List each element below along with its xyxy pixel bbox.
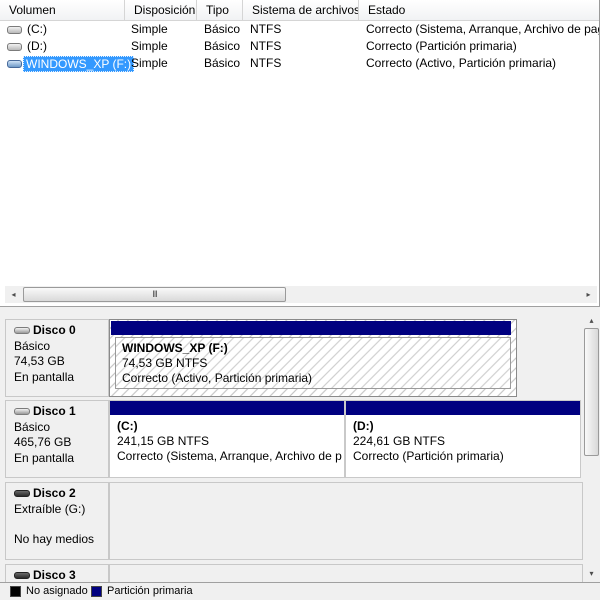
legend-label-unallocated: No asignado [26,585,88,597]
column-header-filesystem[interactable]: Sistema de archivos [243,0,359,21]
partition-details: (C:) 241,15 GB NTFS Correcto (Sistema, A… [110,415,344,477]
legend-label-primary: Partición primaria [107,585,193,597]
scroll-left-arrow-icon[interactable]: ◂ [5,286,22,303]
partition-title: (D:) [353,419,374,433]
scroll-right-arrow-icon[interactable]: ▸ [580,286,597,303]
volume-filesystem: NTFS [250,22,282,36]
disk-info-panel[interactable]: Disco 3 [5,564,109,582]
volume-name: WINDOWS_XP (F:) [23,55,135,72]
disk-kind: Extraíble (G:) [14,501,86,516]
disk-row-1[interactable]: Disco 1 Básico 465,76 GB En pantalla (C:… [5,400,583,478]
removable-disk-icon [14,572,30,579]
volume-status: Correcto (Activo, Partición primaria) [366,56,557,70]
disk-state: No hay medios [14,532,95,546]
horizontal-scrollbar[interactable]: ◂ III ▸ [5,286,597,303]
volume-layout: Simple [131,56,168,70]
volume-list[interactable]: Volumen Disposición Tipo Sistema de arch… [0,0,600,306]
disk-state: En pantalla [14,369,75,384]
disk-row-0[interactable]: Disco 0 Básico 74,53 GB En pantalla WIND… [5,319,583,397]
vertical-scroll-thumb[interactable] [584,328,599,456]
scroll-up-arrow-icon[interactable]: ▴ [583,312,600,329]
partition-title: (C:) [117,419,138,433]
column-header-type[interactable]: Tipo [197,0,243,21]
column-header-row: Volumen Disposición Tipo Sistema de arch… [0,0,599,21]
volume-filesystem: NTFS [250,39,282,53]
disk-size: 74,53 GB [14,354,65,368]
hard-disk-icon [14,408,30,415]
disk-kind: Básico [14,338,51,353]
column-header-volume[interactable]: Volumen [0,0,125,21]
disk-graphical-view: Disco 0 Básico 74,53 GB En pantalla WIND… [0,312,600,582]
horizontal-scroll-thumb[interactable]: III [23,287,286,302]
partition-details: WINDOWS_XP (F:) 74,53 GB NTFS Correcto (… [115,337,511,389]
primary-partition-bar [346,401,580,415]
partition-size-fs: 74,53 GB NTFS [122,356,208,370]
disk-3-area [109,564,583,582]
disk-row-2[interactable]: Disco 2 Extraíble (G:) No hay medios [5,482,583,560]
partition-size-fs: 224,61 GB NTFS [353,434,446,448]
volume-row-selected[interactable]: WINDOWS_XP (F:) Simple Básico NTFS Corre… [0,55,599,72]
disk-state: En pantalla [14,450,75,465]
disk-info-panel[interactable]: Disco 1 Básico 465,76 GB En pantalla [5,400,109,478]
volume-name: (C:) [27,22,47,36]
scroll-down-arrow-icon[interactable]: ▾ [583,565,600,582]
volume-filesystem: NTFS [250,56,282,70]
column-header-layout[interactable]: Disposición [125,0,197,21]
volume-layout: Simple [131,39,168,53]
hard-disk-icon [14,327,30,334]
volume-row[interactable]: (C:) Simple Básico NTFS Correcto (Sistem… [0,21,600,38]
column-header-status[interactable]: Estado [359,0,599,21]
volume-layout: Simple [131,22,168,36]
primary-partition-bar [111,321,511,335]
disk-row-3[interactable]: Disco 3 [5,564,583,582]
partition-details: (D:) 224,61 GB NTFS Correcto (Partición … [346,415,580,477]
disk-management-window: Volumen Disposición Tipo Sistema de arch… [0,0,600,600]
volume-name: (D:) [27,39,47,53]
primary-partition-bar [110,401,344,415]
volume-type: Básico [204,56,241,70]
volume-type: Básico [204,22,241,36]
volume-drive-icon [7,60,22,68]
partition-status: Correcto (Sistema, Arranque, Archivo de … [117,449,342,463]
primary-partition-swatch [91,586,102,597]
disk-name: Disco 0 [33,323,76,337]
legend-bar: No asignado Partición primaria [0,582,600,600]
partition-windows-xp[interactable]: WINDOWS_XP (F:) 74,53 GB NTFS Correcto (… [109,319,517,397]
selected-volume-label: WINDOWS_XP (F:) [23,56,135,72]
disk-info-panel[interactable]: Disco 2 Extraíble (G:) No hay medios [5,482,109,560]
no-media-area [109,482,583,560]
partition-status: Correcto (Activo, Partición primaria) [122,371,313,385]
partition-status: Correcto (Partición primaria) [353,449,504,463]
partition-d[interactable]: (D:) 224,61 GB NTFS Correcto (Partición … [345,400,581,478]
partition-title: WINDOWS_XP (F:) [122,341,228,355]
volume-drive-icon [7,43,22,51]
disk-name: Disco 2 [33,486,76,500]
disk-info-panel[interactable]: Disco 0 Básico 74,53 GB En pantalla [5,319,109,397]
disk-kind: Básico [14,419,51,434]
partition-c[interactable]: (C:) 241,15 GB NTFS Correcto (Sistema, A… [109,400,345,478]
partition-size-fs: 241,15 GB NTFS [117,434,210,448]
volume-type: Básico [204,39,241,53]
disk-size: 465,76 GB [14,435,72,449]
volume-row[interactable]: (D:) Simple Básico NTFS Correcto (Partic… [0,38,599,55]
volume-status: Correcto (Partición primaria) [366,39,517,53]
disk-name: Disco 3 [33,568,76,582]
unallocated-swatch [10,586,21,597]
volume-status: Correcto (Sistema, Arranque, Archivo de … [366,22,600,36]
removable-disk-icon [14,490,30,497]
volume-drive-icon [7,26,22,34]
vertical-scrollbar[interactable]: ▴ ▾ [583,312,600,582]
disk-name: Disco 1 [33,404,76,418]
